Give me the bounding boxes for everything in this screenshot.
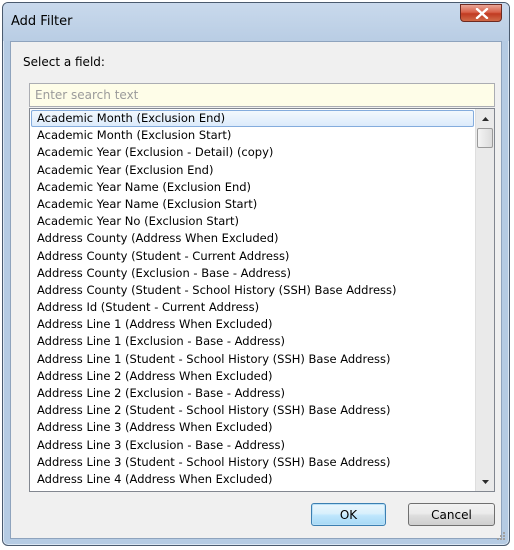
list-item[interactable]: Address County (Exclusion - Base - Addre… <box>31 265 474 282</box>
search-input[interactable] <box>30 84 494 106</box>
list-item[interactable]: Address Line 1 (Address When Excluded) <box>31 316 474 333</box>
scroll-down-button[interactable] <box>476 473 494 490</box>
chevron-up-icon <box>481 116 489 121</box>
title-bar[interactable]: Add Filter <box>3 3 509 41</box>
list-item[interactable]: Address Line 2 (Exclusion - Base - Addre… <box>31 385 474 402</box>
list-item[interactable]: Address County (Student - Current Addres… <box>31 248 474 265</box>
list-item[interactable]: Address Line 3 (Exclusion - Base - Addre… <box>31 437 474 454</box>
list-item[interactable]: Address Line 1 (Student - School History… <box>31 351 474 368</box>
resize-grip-icon[interactable] <box>495 530 505 540</box>
field-list[interactable]: Academic Month (Exclusion End) Academic M… <box>29 108 495 492</box>
list-item[interactable]: Academic Year No (Exclusion Start) <box>31 213 474 230</box>
list-item[interactable]: Address Line 1 (Exclusion - Base - Addre… <box>31 333 474 350</box>
scroll-thumb[interactable] <box>477 128 493 148</box>
list-item[interactable]: Address County (Student - School History… <box>31 282 474 299</box>
list-item[interactable]: Academic Year (Exclusion End) <box>31 162 474 179</box>
scroll-up-button[interactable] <box>476 110 494 127</box>
close-button[interactable] <box>460 4 502 22</box>
cancel-button[interactable]: Cancel <box>408 503 495 526</box>
list-item-selected[interactable]: Academic Month (Exclusion End) <box>31 110 474 128</box>
ok-button[interactable]: OK <box>311 503 386 526</box>
list-item[interactable]: Academic Month (Exclusion Start) <box>31 127 474 144</box>
close-icon <box>475 8 489 19</box>
list-item[interactable]: Address Line 3 (Student - School History… <box>31 454 474 471</box>
field-list-items: Academic Month (Exclusion End) Academic M… <box>31 110 474 488</box>
select-field-label: Select a field: <box>23 55 105 69</box>
list-item[interactable]: Academic Year Name (Exclusion Start) <box>31 196 474 213</box>
list-item[interactable]: Address County (Address When Excluded) <box>31 230 474 247</box>
list-item[interactable]: Address Line 2 (Student - School History… <box>31 402 474 419</box>
list-item[interactable]: Academic Year (Exclusion - Detail) (copy… <box>31 144 474 161</box>
list-item[interactable]: Address Id (Student - Current Address) <box>31 299 474 316</box>
search-box[interactable] <box>29 83 495 107</box>
chevron-down-icon <box>481 479 489 484</box>
dialog-title: Add Filter <box>11 14 73 29</box>
list-item[interactable]: Address Line 3 (Address When Excluded) <box>31 419 474 436</box>
list-item[interactable]: Address Line 4 (Address When Excluded) <box>31 471 474 488</box>
list-item[interactable]: Academic Year Name (Exclusion End) <box>31 179 474 196</box>
list-item[interactable]: Address Line 2 (Address When Excluded) <box>31 368 474 385</box>
vertical-scrollbar[interactable] <box>475 109 494 491</box>
